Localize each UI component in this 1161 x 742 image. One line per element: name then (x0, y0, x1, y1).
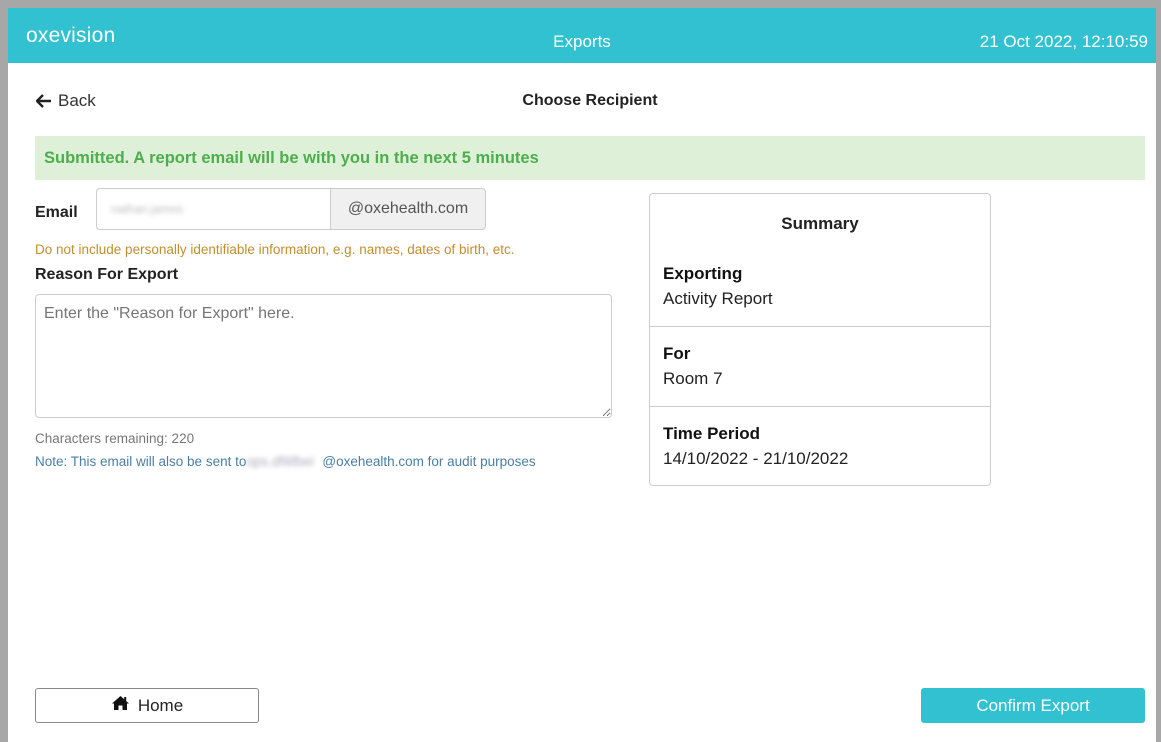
email-input[interactable]: nathan.james (96, 188, 330, 230)
audit-note-prefix: Note: This email will also be sent to (35, 454, 247, 469)
summary-label: Time Period (663, 424, 760, 443)
summary-label: For (663, 344, 691, 363)
summary-section-for: For Room 7 (650, 326, 990, 407)
pii-warning: Do not include personally identifiable i… (35, 242, 515, 257)
home-icon (111, 695, 130, 716)
summary-section-exporting: Exporting Activity Report (650, 248, 990, 326)
home-label: Home (137, 695, 184, 715)
confirm-export-button[interactable]: Confirm Export (921, 688, 1145, 723)
summary-title: Summary (781, 214, 859, 233)
audit-note: Note: This email will also be sent toops… (35, 454, 536, 469)
summary-section-time-period: Time Period 14/10/2022 - 21/10/2022 (650, 406, 990, 487)
email-domain-addon: @oxehealth.com (330, 188, 486, 230)
home-button[interactable]: Home (35, 688, 259, 723)
datetime-display: 21 Oct 2022, 12:10:59 (979, 32, 1148, 51)
summary-value: Room 7 (663, 369, 723, 388)
summary-panel: Summary Exporting Activity Report For Ro… (649, 193, 991, 486)
reason-textarea[interactable] (35, 294, 612, 418)
summary-value: 14/10/2022 - 21/10/2022 (663, 449, 849, 468)
summary-label: Exporting (663, 264, 743, 283)
audit-note-suffix: @oxehealth.com for audit purposes (322, 454, 536, 469)
app-window: oxevision Exports 21 Oct 2022, 12:10:59 … (8, 8, 1156, 742)
summary-value: Activity Report (663, 289, 773, 308)
success-alert: Submitted. A report email will be with y… (35, 136, 1145, 180)
top-bar: oxevision Exports 21 Oct 2022, 12:10:59 (8, 8, 1156, 63)
audit-email-redacted: ops.dfilifbei (246, 454, 314, 469)
page-title: Choose Recipient (522, 92, 658, 109)
email-value: nathan.james (111, 202, 184, 216)
characters-remaining: Characters remaining: 220 (35, 431, 195, 446)
reason-label: Reason For Export (35, 266, 179, 283)
email-label: Email (35, 204, 78, 221)
